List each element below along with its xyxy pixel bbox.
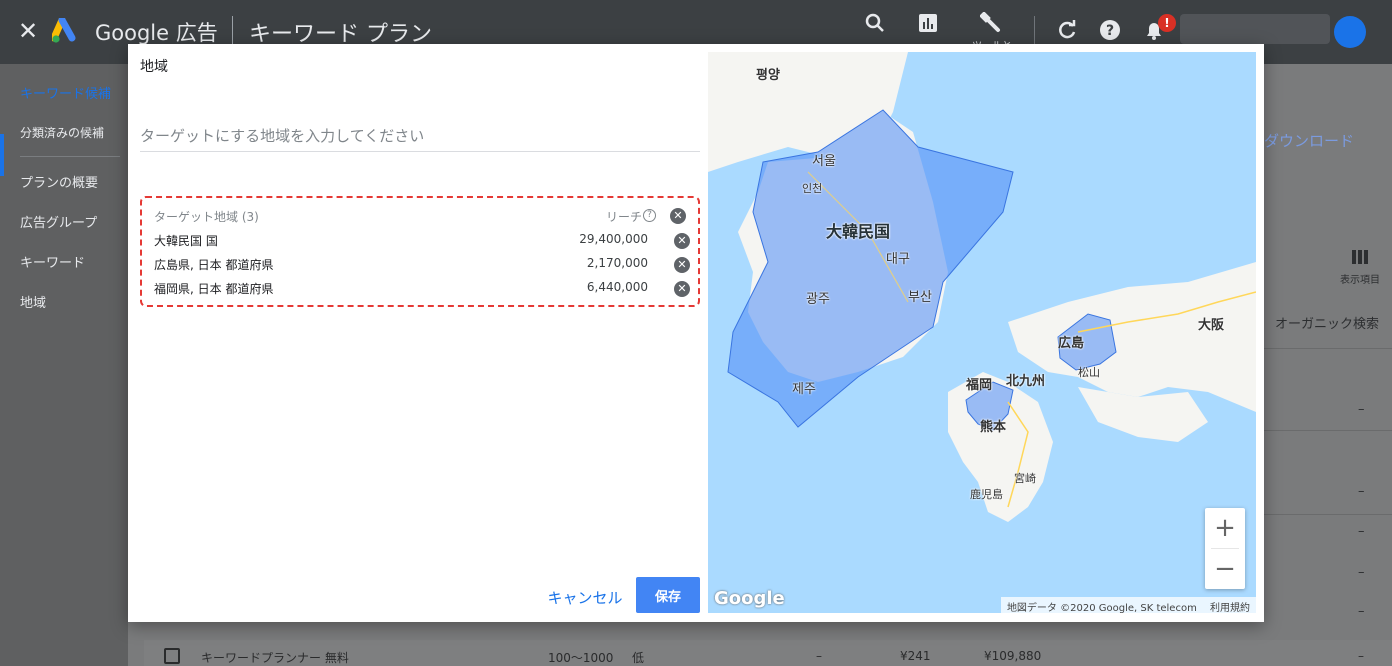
target-name: 大韓民国 国 xyxy=(154,234,218,248)
help-icon[interactable]: ? xyxy=(1098,18,1122,42)
google-ads-logo xyxy=(50,16,82,44)
cell-dash: – xyxy=(1358,402,1365,417)
remove-icon[interactable]: ✕ xyxy=(674,281,690,297)
svg-text:?: ? xyxy=(1106,23,1114,39)
target-name: 広島県, 日本 都道府県 xyxy=(154,258,274,272)
refresh-icon[interactable] xyxy=(1055,18,1079,42)
cancel-button[interactable]: キャンセル xyxy=(540,582,630,612)
map-label-gwangju: 광주 xyxy=(806,292,830,307)
row-volume: 100〜1000 xyxy=(548,651,614,665)
row-bid: ¥241 xyxy=(900,649,931,663)
cell-dash: – xyxy=(1358,524,1365,539)
location-search-input[interactable] xyxy=(140,120,700,152)
map-label-jeju: 제주 xyxy=(792,382,816,397)
organic-column-header: オーガニック検索 xyxy=(1275,317,1380,332)
row-keyword: キーワードプランナー 無料 xyxy=(201,651,349,665)
targets-header: ターゲット地域 (3) xyxy=(154,210,259,224)
row-organic: – xyxy=(1358,649,1364,663)
map-label-seoul: 서울 xyxy=(812,154,836,169)
list-item: 広島県, 日本 都道府県 2,170,000 ✕ xyxy=(154,254,690,274)
target-name: 福岡県, 日本 都道府県 xyxy=(154,282,274,296)
cell-dash: – xyxy=(1358,604,1365,619)
map-attribution: 地図データ ©2020 Google, SK telecom 利用規約 xyxy=(1000,597,1256,613)
map-label-incheon: 인천 xyxy=(802,182,823,195)
zoom-out-button[interactable]: − xyxy=(1205,549,1245,589)
row-divider xyxy=(1264,348,1392,349)
columns-icon xyxy=(1352,250,1368,264)
map-label-pyongyang: 평양 xyxy=(756,68,780,83)
map-label-daegu: 대구 xyxy=(886,252,910,267)
map-label-kitakyushu: 北九州 xyxy=(1006,374,1046,389)
list-item: 福岡県, 日本 都道府県 6,440,000 ✕ xyxy=(154,278,690,298)
wrench-icon xyxy=(980,12,1000,32)
google-map-logo: Google xyxy=(714,588,785,609)
nav-item-locations[interactable]: 地域 xyxy=(20,292,46,311)
cell-dash: – xyxy=(1358,565,1365,580)
attribution-text: 地図データ ©2020 Google, SK telecom xyxy=(1006,603,1197,613)
download-link[interactable]: ダウンロード xyxy=(1264,130,1354,151)
columns-label: 表示項目 xyxy=(1340,275,1380,286)
nav-item-grouped-ideas[interactable]: 分類済みの候補 xyxy=(20,124,104,141)
notification-badge: ! xyxy=(1158,14,1176,32)
cell-dash: – xyxy=(1358,484,1365,499)
map-label-kumamoto: 熊本 xyxy=(980,420,1007,435)
map-label-busan: 부산 xyxy=(908,290,932,305)
map-label-miyazaki: 宮崎 xyxy=(1014,472,1036,485)
table-row: キーワードプランナー 無料 100〜1000 低 – ¥241 ¥109,880… xyxy=(144,640,1392,666)
nav-item-ad-groups[interactable]: 広告グループ xyxy=(20,212,97,231)
appbar-divider xyxy=(232,16,233,44)
list-item: 大韓民国 国 29,400,000 ✕ xyxy=(154,230,690,250)
avatar[interactable] xyxy=(1334,16,1366,48)
row-divider xyxy=(1264,514,1392,515)
brand-name: Google 広告 xyxy=(95,21,218,45)
account-info[interactable] xyxy=(1180,14,1330,44)
map-label-kagoshima: 鹿児島 xyxy=(970,488,1003,501)
columns-button[interactable]: 表示項目 xyxy=(1340,250,1380,286)
terms-link[interactable]: 利用規約 xyxy=(1210,603,1250,613)
nav-item-plan-overview[interactable]: プランの概要 xyxy=(20,172,98,191)
help-icon[interactable]: ? xyxy=(643,209,656,222)
locations-dialog: 地域 ターゲット地域 (3) リーチ ? ✕ 大韓民国 国 29,400,000… xyxy=(128,44,1264,622)
remove-icon[interactable]: ✕ xyxy=(674,233,690,249)
row-cost: ¥109,880 xyxy=(984,649,1042,663)
nav-item-keywords[interactable]: キーワード xyxy=(20,252,85,271)
reach-header: リーチ xyxy=(605,210,642,224)
map-label-osaka: 大阪 xyxy=(1198,318,1225,333)
close-icon[interactable]: ✕ xyxy=(18,18,40,44)
row-dash: – xyxy=(816,649,822,663)
target-reach: 2,170,000 xyxy=(586,256,648,270)
remove-icon[interactable]: ✕ xyxy=(674,257,690,273)
bar-chart-icon xyxy=(919,14,937,32)
search-icon xyxy=(865,13,884,32)
target-reach: 29,400,000 xyxy=(579,232,648,246)
remove-all-icon[interactable]: ✕ xyxy=(670,208,686,224)
row-checkbox[interactable] xyxy=(164,648,180,664)
target-reach: 6,440,000 xyxy=(586,280,648,294)
nav-item-keyword-ideas[interactable]: キーワード候補 xyxy=(20,83,111,102)
target-locations-list: ターゲット地域 (3) リーチ ? ✕ 大韓民国 国 29,400,000 ✕ … xyxy=(140,196,700,307)
zoom-in-button[interactable]: + xyxy=(1205,508,1245,548)
row-competition: 低 xyxy=(632,651,645,665)
dialog-title: 地域 xyxy=(140,59,168,75)
active-indicator xyxy=(0,134,4,176)
save-button[interactable]: 保存 xyxy=(636,577,700,613)
location-map[interactable]: 평양 서울 인천 大韓民国 대구 광주 부산 제주 広島 松山 大阪 福岡 北九… xyxy=(708,52,1256,613)
map-label-fukuoka: 福岡 xyxy=(966,378,993,393)
map-base xyxy=(708,52,1256,522)
nav-divider xyxy=(20,156,120,157)
row-divider xyxy=(1264,430,1392,431)
map-label-korea: 大韓民国 xyxy=(826,222,891,241)
map-zoom-controls: + − xyxy=(1205,508,1245,589)
map-label-matsuyama: 松山 xyxy=(1078,366,1100,379)
left-nav: キーワード候補 分類済みの候補 プランの概要 広告グループ キーワード 地域 xyxy=(0,64,128,666)
map-label-hiroshima: 広島 xyxy=(1058,336,1085,351)
